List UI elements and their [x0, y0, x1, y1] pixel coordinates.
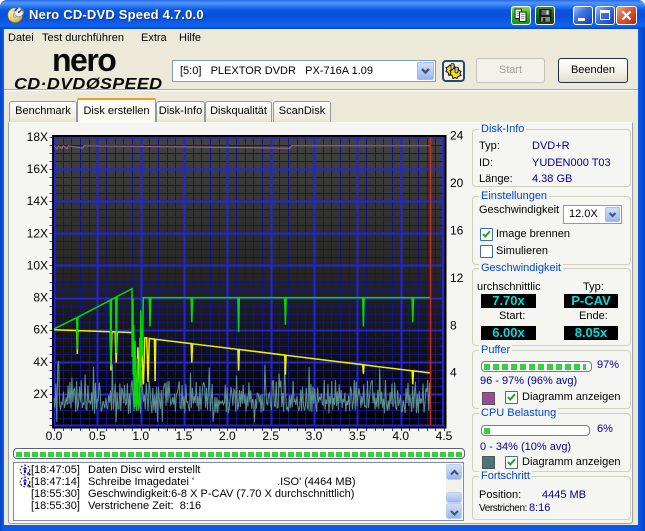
svg-text:1.5: 1.5: [176, 429, 193, 443]
svg-text:8: 8: [450, 318, 457, 332]
svg-text:12: 12: [450, 271, 464, 285]
svg-text:1.0: 1.0: [132, 429, 149, 443]
svg-text:0.5: 0.5: [89, 429, 106, 443]
svg-text:4: 4: [450, 366, 457, 380]
svg-text:10X: 10X: [27, 258, 48, 272]
svg-text:3.5: 3.5: [349, 429, 366, 443]
svg-text:2.0: 2.0: [219, 429, 236, 443]
svg-text:4.0: 4.0: [392, 429, 409, 443]
svg-text:20: 20: [450, 176, 464, 190]
svg-text:3.0: 3.0: [306, 429, 323, 443]
svg-text:14X: 14X: [27, 194, 48, 208]
svg-text:8X: 8X: [33, 291, 48, 305]
svg-text:2.5: 2.5: [262, 429, 279, 443]
svg-text:2X: 2X: [33, 387, 48, 401]
svg-text:24: 24: [450, 129, 464, 143]
svg-text:0.0: 0.0: [46, 429, 63, 443]
svg-text:12X: 12X: [27, 226, 48, 240]
svg-text:16X: 16X: [27, 162, 48, 176]
svg-text:16: 16: [450, 224, 464, 238]
svg-text:4X: 4X: [33, 355, 48, 369]
svg-text:18X: 18X: [27, 130, 48, 144]
svg-text:4.5: 4.5: [436, 429, 453, 443]
svg-text:6X: 6X: [33, 323, 48, 337]
